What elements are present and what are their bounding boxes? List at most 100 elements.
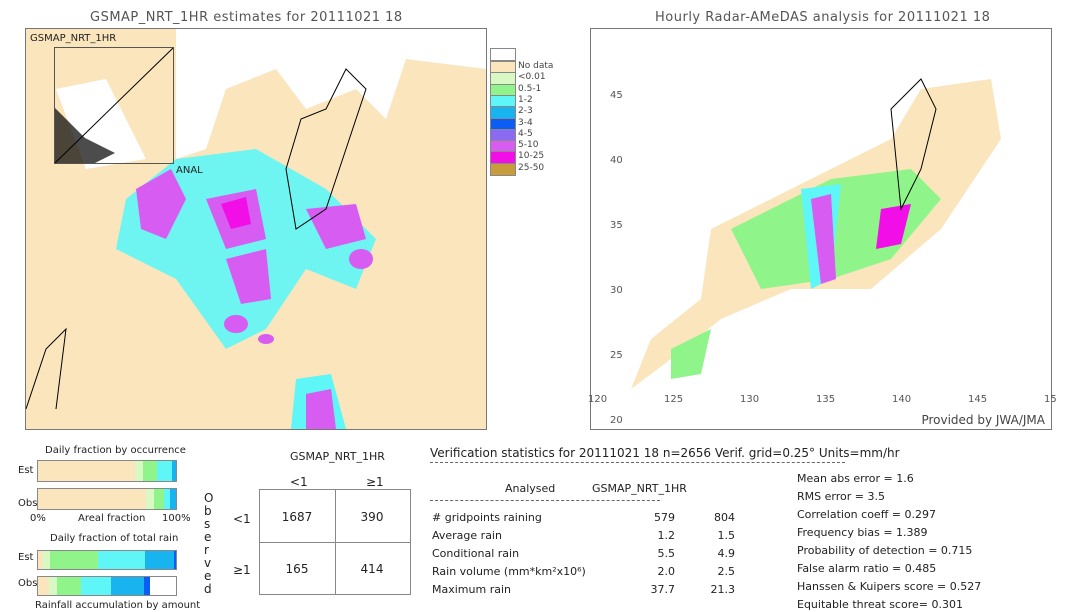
row-label: <1 <box>233 512 251 526</box>
lon-tick: 145 <box>968 394 988 405</box>
col-label: <1 <box>290 475 308 489</box>
stat-label: Average rain <box>432 529 502 542</box>
legend-label: <0.01 <box>518 72 546 83</box>
bar-segment <box>145 489 154 509</box>
bar-segment <box>145 551 174 569</box>
bar-segment <box>80 577 112 595</box>
legend-label: 2-3 <box>518 106 533 117</box>
score: Hanssen & Kuipers score = 0.527 <box>797 580 982 593</box>
bar-segment <box>153 489 164 509</box>
bar-segment <box>38 461 135 481</box>
cell: 390 <box>360 510 384 524</box>
scatter-inset <box>54 47 174 164</box>
gsmap-map: GSMAP_NRT_1HR ANAL <box>25 28 487 430</box>
tr-x-label: Rainfall accumulation by amount <box>35 600 201 611</box>
scatter-xlabel: ANAL <box>176 165 203 176</box>
stat-label: Rain volume (mm*km²x10⁶) <box>432 565 586 578</box>
bar-segment <box>143 577 151 595</box>
bar-segment <box>57 577 81 595</box>
occurrence-est-bar <box>37 460 177 482</box>
bar-segment <box>142 461 157 481</box>
contingency-title: GSMAP_NRT_1HR <box>290 450 385 463</box>
score: RMS error = 3.5 <box>797 490 885 503</box>
stat-gsmap: 21.3 <box>710 583 736 596</box>
cell: 414 <box>360 562 384 576</box>
cell: 1687 <box>281 510 313 524</box>
tr-est-label: Est <box>18 552 34 563</box>
stat-label: # gridpoints raining <box>432 511 542 524</box>
score: Probability of detection = 0.715 <box>797 544 973 557</box>
bar-segment <box>170 489 176 509</box>
bar-segment <box>98 551 146 569</box>
lon-tick: 135 <box>816 394 836 405</box>
lat-tick: 40 <box>610 155 623 166</box>
lat-tick: 20 <box>610 415 623 426</box>
contingency-table: 1687 390 165 414 <box>259 489 411 595</box>
total-rain-title: Daily fraction of total rain <box>50 533 179 544</box>
stat-gsmap: 1.5 <box>717 529 736 542</box>
stat-label: Conditional rain <box>432 547 520 560</box>
stat-analysed: 5.5 <box>657 547 676 560</box>
radar-map: Provided by JWA/JMA <box>590 28 1052 430</box>
stat-gsmap: 804 <box>714 511 735 524</box>
score: Correlation coeff = 0.297 <box>797 508 936 521</box>
score: Equitable threat score= 0.301 <box>797 598 963 611</box>
stats-header: Verification statistics for 20111021 18 … <box>430 446 900 460</box>
occ-obs-label: Obs <box>18 498 38 509</box>
legend-label: 25-50 <box>518 162 545 173</box>
occ-x-label: Areal fraction <box>78 513 146 524</box>
col-gsmap: GSMAP_NRT_1HR <box>592 482 687 495</box>
right-map-title: Hourly Radar-AMeDAS analysis for 2011102… <box>655 10 991 25</box>
scatter-ylabel: GSMAP_NRT_1HR <box>30 33 117 44</box>
occurrence-obs-bar <box>37 488 177 510</box>
legend-label: 1-2 <box>518 94 533 105</box>
lat-tick: 35 <box>610 220 623 231</box>
bar-segment <box>134 461 143 481</box>
tr-obs-label: Obs <box>18 578 38 589</box>
bar-segment <box>163 489 171 509</box>
stat-label: Maximum rain <box>432 583 511 596</box>
legend-label: 10-25 <box>518 151 545 162</box>
data-credit: Provided by JWA/JMA <box>921 413 1045 427</box>
bar-segment <box>48 577 58 595</box>
divider <box>430 500 660 501</box>
legend-swatch <box>490 162 516 176</box>
lon-tick: 15 <box>1044 394 1057 405</box>
occurrence-title: Daily fraction by occurrence <box>45 445 186 456</box>
score: Frequency bias = 1.389 <box>797 526 928 539</box>
radar-rain-field <box>631 78 1001 389</box>
occ-est-label: Est <box>18 465 34 476</box>
total-rain-obs-bar <box>37 576 177 596</box>
lon-tick: 140 <box>892 394 912 405</box>
legend-label: 0.5-1 <box>518 83 542 94</box>
lon-tick: 125 <box>664 394 684 405</box>
occ-x-min: 0% <box>30 513 46 524</box>
stat-gsmap: 4.9 <box>717 547 736 560</box>
col-analysed: Analysed <box>505 482 556 495</box>
legend-label: 3-4 <box>518 117 533 128</box>
score: False alarm ratio = 0.485 <box>797 562 937 575</box>
left-map-title: GSMAP_NRT_1HR estimates for 20111021 18 <box>90 10 403 25</box>
score: Mean abs error = 1.6 <box>797 472 914 485</box>
bar-segment <box>173 551 176 569</box>
stat-analysed: 2.0 <box>657 565 676 578</box>
bar-segment <box>38 489 146 509</box>
lat-tick: 25 <box>610 350 623 361</box>
bar-segment <box>156 461 172 481</box>
total-rain-est-bar <box>37 550 177 570</box>
bar-segment <box>50 551 99 569</box>
scatter-points <box>54 47 174 164</box>
lon-tick: 120 <box>588 394 608 405</box>
cell: 165 <box>285 562 309 576</box>
bar-segment <box>42 551 51 569</box>
bar-segment <box>171 461 176 481</box>
bar-segment <box>38 577 49 595</box>
row-label: ≥1 <box>233 563 251 577</box>
row-title: Observed <box>204 491 214 596</box>
legend-label: No data <box>518 61 554 71</box>
bar-segment <box>111 577 144 595</box>
legend-label: 5-10 <box>518 140 539 151</box>
col-label: ≥1 <box>366 475 384 489</box>
stat-analysed: 37.7 <box>650 583 676 596</box>
legend-white <box>490 48 516 61</box>
